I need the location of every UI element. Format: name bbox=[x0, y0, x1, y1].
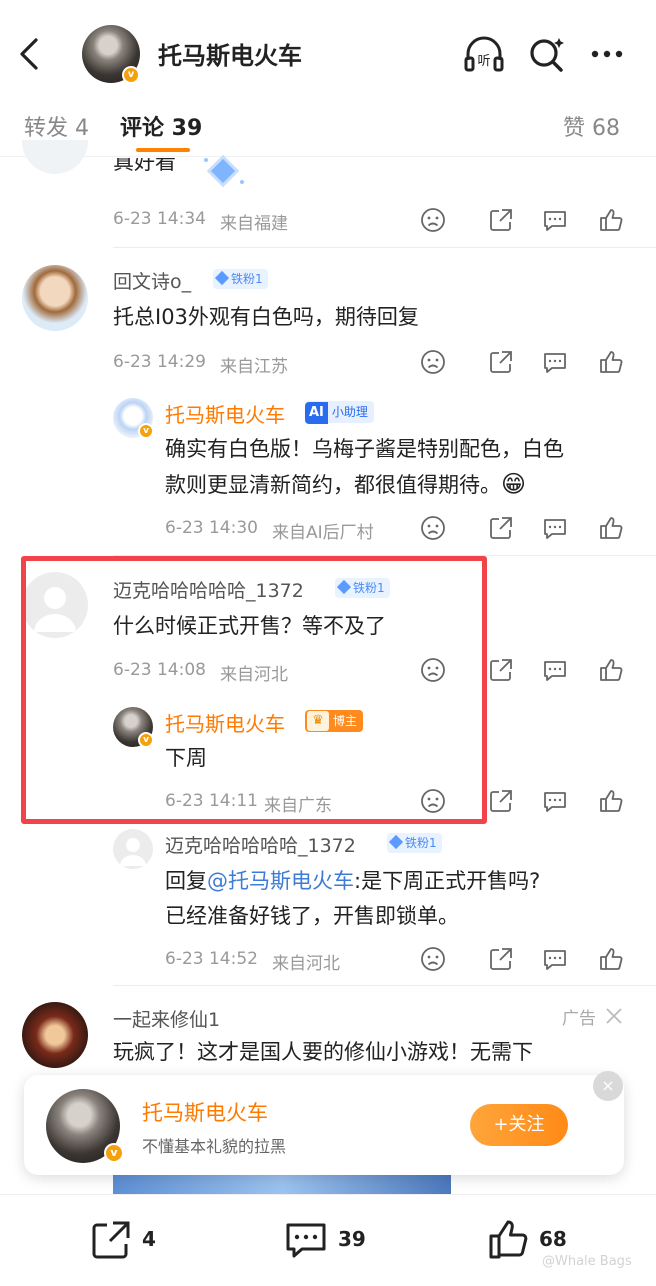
comment-time: 6-23 14:34 bbox=[113, 209, 206, 229]
verified-badge: v bbox=[122, 66, 140, 84]
comment-icon[interactable] bbox=[542, 657, 568, 683]
repost-count: 4 bbox=[142, 1227, 156, 1251]
reply-username[interactable]: 迈克哈哈哈哈哈_1372 bbox=[165, 831, 356, 858]
diamond-icon bbox=[388, 834, 404, 850]
comment-icon[interactable] bbox=[542, 788, 568, 814]
follow-card-bio: 不懂基本礼貌的拉黑 bbox=[142, 1137, 287, 1156]
comment-icon[interactable] bbox=[542, 946, 568, 972]
share-icon[interactable] bbox=[488, 349, 514, 375]
grin-emoji-icon: 😁 bbox=[501, 470, 527, 498]
like-icon bbox=[489, 1220, 528, 1259]
ai-assistant-badge: AI 小助理 bbox=[305, 401, 374, 424]
like-icon[interactable] bbox=[598, 349, 624, 375]
follow-card: v 托马斯电火车 不懂基本礼貌的拉黑 +关注 × bbox=[24, 1071, 624, 1175]
tab-bar: 转发 4 评论 39 赞 68 bbox=[0, 92, 656, 156]
comment-username[interactable]: 一起来修仙1 bbox=[113, 1005, 220, 1032]
reply-time: 6-23 14:30 bbox=[165, 518, 258, 538]
mention-link[interactable]: @托马斯电火车 bbox=[207, 869, 354, 893]
verified-badge: v bbox=[104, 1143, 124, 1163]
reply-time: 6-23 14:52 bbox=[165, 949, 258, 969]
comment-location: 来自江苏 bbox=[220, 357, 288, 377]
dislike-face-icon[interactable] bbox=[420, 349, 446, 375]
verified-badge: v bbox=[138, 423, 154, 439]
reply-text-line1: :是下周正式开售吗? bbox=[354, 869, 541, 893]
comment-icon[interactable] bbox=[542, 349, 568, 375]
share-icon[interactable] bbox=[488, 207, 514, 233]
share-icon[interactable] bbox=[488, 788, 514, 814]
share-icon[interactable] bbox=[488, 946, 514, 972]
comment-button[interactable]: 39 bbox=[284, 1217, 374, 1263]
dislike-face-icon[interactable] bbox=[420, 946, 446, 972]
tab-indicator bbox=[136, 148, 190, 152]
fan-badge: 铁粉1 bbox=[213, 269, 268, 289]
like-icon[interactable] bbox=[598, 946, 624, 972]
more-icon[interactable] bbox=[586, 32, 630, 76]
tab-repost[interactable]: 转发 4 bbox=[24, 110, 89, 142]
ai-badge-label: 小助理 bbox=[331, 405, 368, 419]
fan-badge: 铁粉1 bbox=[387, 833, 442, 853]
comment-text: 玩疯了！这才是国人要的修仙小游戏！无需下 bbox=[113, 1040, 533, 1064]
repost-button[interactable]: 4 bbox=[90, 1217, 170, 1263]
comment-count: 39 bbox=[338, 1227, 366, 1251]
reply-text-line: 回复@托马斯电火车:是下周正式开售吗? bbox=[165, 863, 540, 899]
comment-icon[interactable] bbox=[542, 515, 568, 541]
listen-icon[interactable]: 听 bbox=[462, 32, 506, 76]
fan-badge-label: 铁粉1 bbox=[405, 836, 437, 850]
comment-icon bbox=[286, 1223, 326, 1258]
search-icon[interactable] bbox=[525, 32, 569, 76]
top-bar: v 托马斯电火车 听 bbox=[0, 0, 656, 90]
reply-text-line: 确实有白色版！乌梅子酱是特别配色，白色 bbox=[165, 437, 564, 461]
like-icon[interactable] bbox=[598, 207, 624, 233]
diamond-sticker-icon bbox=[204, 154, 244, 188]
avatar[interactable] bbox=[22, 140, 88, 174]
fan-badge-label: 铁粉1 bbox=[231, 272, 263, 286]
avatar[interactable] bbox=[22, 265, 88, 331]
svg-text:听: 听 bbox=[477, 54, 490, 69]
like-count: 68 bbox=[539, 1227, 567, 1251]
comment-username[interactable]: 回文诗o_ bbox=[113, 267, 191, 294]
dislike-face-icon[interactable] bbox=[420, 515, 446, 541]
default-avatar[interactable] bbox=[113, 829, 153, 869]
share-icon[interactable] bbox=[488, 657, 514, 683]
ad-avatar[interactable] bbox=[22, 1002, 88, 1068]
like-icon[interactable] bbox=[598, 657, 624, 683]
follow-button[interactable]: +关注 bbox=[470, 1104, 568, 1146]
tab-comment[interactable]: 评论 39 bbox=[120, 110, 202, 142]
ad-label: 广告 bbox=[562, 1009, 596, 1029]
reply-username[interactable]: 托马斯电火车 bbox=[165, 399, 285, 428]
red-highlight-box bbox=[21, 556, 487, 824]
comment-time: 6-23 14:29 bbox=[113, 352, 206, 372]
tab-like[interactable]: 赞 68 bbox=[563, 110, 620, 142]
divider bbox=[0, 156, 656, 157]
comment-location: 来自福建 bbox=[220, 214, 288, 234]
bottom-action-bar: 4 39 68 bbox=[0, 1194, 656, 1286]
user-silhouette-icon bbox=[120, 838, 146, 866]
reply-text-line: 款则更显清新简约，都很值得期待。😁 bbox=[165, 466, 526, 503]
reply-text-line: 已经准备好钱了，开售即锁单。 bbox=[165, 904, 459, 928]
follow-card-name[interactable]: 托马斯电火车 bbox=[142, 1097, 268, 1127]
comment-icon[interactable] bbox=[542, 207, 568, 233]
reply-text-line2: 款则更显清新简约，都很值得期待。 bbox=[165, 473, 501, 497]
reply-location: 来自AI后厂村 bbox=[272, 523, 374, 543]
ai-badge-prefix: AI bbox=[305, 402, 328, 424]
diamond-icon bbox=[214, 270, 230, 286]
back-arrow-icon[interactable] bbox=[14, 30, 46, 78]
dislike-face-icon[interactable] bbox=[420, 207, 446, 233]
page-title[interactable]: 托马斯电火车 bbox=[158, 36, 302, 71]
close-ad-icon[interactable] bbox=[604, 1006, 624, 1026]
like-icon[interactable] bbox=[598, 788, 624, 814]
reply-location: 来自河北 bbox=[272, 954, 340, 974]
comment-text: 托总I03外观有白色吗，期待回复 bbox=[113, 305, 419, 329]
divider bbox=[113, 247, 656, 248]
like-icon[interactable] bbox=[598, 515, 624, 541]
repost-icon bbox=[92, 1221, 130, 1259]
reply-prefix: 回复 bbox=[165, 869, 207, 893]
watermark: @Whale Bags bbox=[542, 1254, 632, 1269]
share-icon[interactable] bbox=[488, 515, 514, 541]
divider bbox=[113, 985, 656, 986]
close-icon[interactable]: × bbox=[593, 1071, 623, 1101]
